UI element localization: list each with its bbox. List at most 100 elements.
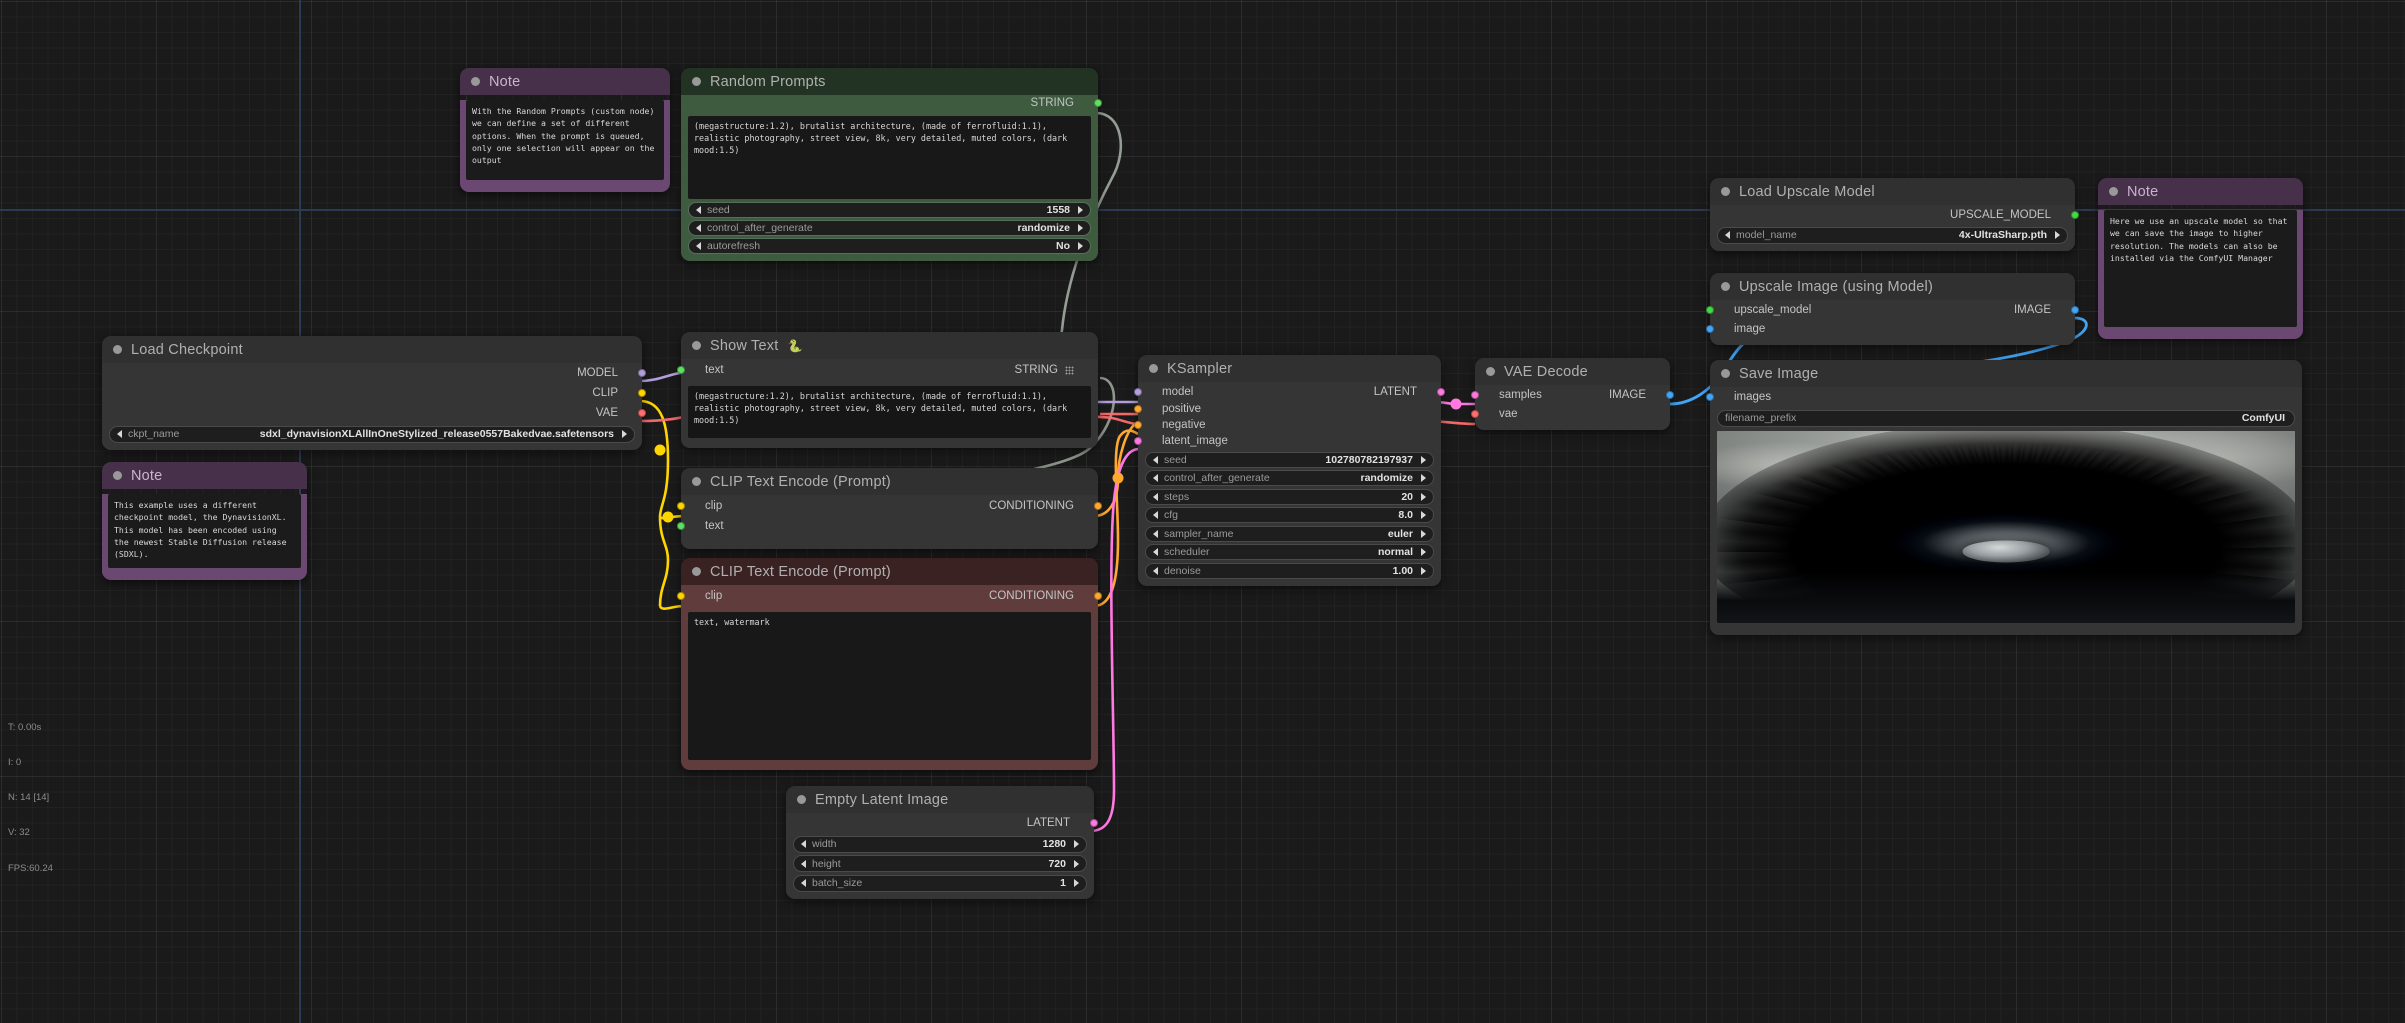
node-load-checkpoint[interactable]: Load Checkpoint MODEL CLIP VAE ckpt_name… bbox=[102, 336, 646, 450]
widget-steps[interactable]: steps 20 bbox=[1145, 488, 1434, 505]
node-title-bar[interactable]: Load Upscale Model bbox=[1710, 178, 2075, 205]
collapse-dot-icon[interactable] bbox=[2109, 187, 2118, 196]
collapse-dot-icon[interactable] bbox=[1149, 364, 1158, 373]
collapse-dot-icon[interactable] bbox=[471, 77, 480, 86]
decrement-arrow-icon[interactable] bbox=[801, 840, 806, 848]
socket-out-image[interactable] bbox=[1666, 391, 1674, 399]
increment-arrow-icon[interactable] bbox=[1074, 859, 1079, 868]
widget-value[interactable]: No bbox=[1056, 240, 1072, 252]
widget-ckpt-name[interactable]: ckpt_name sdxl_dynavisionXLAllInOneStyli… bbox=[109, 425, 635, 443]
widget-value[interactable]: 1558 bbox=[1047, 204, 1072, 216]
increment-arrow-icon[interactable] bbox=[1421, 511, 1426, 519]
widget-value[interactable]: 20 bbox=[1401, 491, 1415, 503]
node-upscale-image[interactable]: Upscale Image (using Model) upscale_mode… bbox=[1706, 273, 2079, 345]
node-ksampler[interactable]: KSampler model LATENT positive negative … bbox=[1134, 355, 1445, 586]
node-title-bar[interactable]: CLIP Text Encode (Prompt) bbox=[681, 558, 1098, 585]
decrement-arrow-icon[interactable] bbox=[801, 859, 806, 868]
collapse-dot-icon[interactable] bbox=[113, 345, 122, 354]
decrement-arrow-icon[interactable] bbox=[696, 241, 701, 250]
socket-out-upscale-model[interactable] bbox=[2071, 210, 2079, 219]
socket-out-conditioning[interactable] bbox=[1094, 501, 1102, 510]
widget-value[interactable]: randomize bbox=[1017, 222, 1072, 234]
widget-scheduler[interactable]: scheduler normal bbox=[1145, 544, 1434, 560]
decrement-arrow-icon[interactable] bbox=[1725, 231, 1730, 239]
node-title-bar[interactable]: Note bbox=[2098, 178, 2303, 205]
widget-value[interactable]: sdxl_dynavisionXLAllInOneStylized_releas… bbox=[260, 428, 616, 440]
socket-in-model[interactable] bbox=[1134, 387, 1142, 396]
socket-out-clip[interactable] bbox=[638, 389, 646, 397]
widget-value[interactable]: 1 bbox=[1060, 877, 1068, 889]
node-title-bar[interactable]: Load Checkpoint bbox=[102, 336, 642, 363]
graph-canvas[interactable]: Note With the Random Prompts (custom nod… bbox=[0, 0, 2405, 1023]
collapse-dot-icon[interactable] bbox=[1721, 187, 1730, 196]
collapse-dot-icon[interactable] bbox=[1721, 282, 1730, 291]
negative-prompt-textarea[interactable]: text, watermark bbox=[688, 612, 1091, 760]
decrement-arrow-icon[interactable] bbox=[1153, 566, 1158, 575]
note-text[interactable]: Here we use an upscale model so that we … bbox=[2104, 210, 2297, 327]
widget-height[interactable]: height 720 bbox=[793, 855, 1087, 872]
collapse-dot-icon[interactable] bbox=[692, 567, 701, 576]
widget-seed[interactable]: seed 1558 bbox=[688, 202, 1091, 218]
node-title-bar[interactable]: Random Prompts bbox=[681, 68, 1098, 95]
decrement-arrow-icon[interactable] bbox=[117, 430, 122, 438]
socket-in-images[interactable] bbox=[1706, 393, 1714, 401]
shown-text[interactable]: (megastructure:1.2), brutalist architect… bbox=[688, 386, 1091, 438]
increment-arrow-icon[interactable] bbox=[622, 430, 627, 438]
node-show-text[interactable]: Show Text 🐍 text STRING (megastructure:1… bbox=[677, 332, 1098, 448]
increment-arrow-icon[interactable] bbox=[1421, 492, 1426, 501]
socket-in-positive[interactable] bbox=[1134, 405, 1142, 413]
collapse-dot-icon[interactable] bbox=[1721, 369, 1730, 378]
increment-arrow-icon[interactable] bbox=[1078, 241, 1083, 250]
widget-seed[interactable]: seed 102780782197937 bbox=[1145, 451, 1434, 468]
note-text[interactable]: With the Random Prompts (custom node) we… bbox=[466, 100, 664, 180]
prompt-textarea[interactable]: (megastructure:1.2), brutalist architect… bbox=[688, 116, 1091, 199]
node-empty-latent-image[interactable]: Empty Latent Image LATENT width 1280 hei… bbox=[786, 786, 1098, 899]
socket-out-conditioning[interactable] bbox=[1094, 592, 1102, 600]
socket-in-image[interactable] bbox=[1706, 325, 1714, 333]
collapse-dot-icon[interactable] bbox=[692, 341, 701, 350]
decrement-arrow-icon[interactable] bbox=[696, 205, 701, 214]
widget-value[interactable]: 1.00 bbox=[1393, 565, 1415, 577]
collapse-dot-icon[interactable] bbox=[797, 795, 806, 804]
socket-in-clip[interactable] bbox=[677, 501, 685, 510]
decrement-arrow-icon[interactable] bbox=[1153, 474, 1158, 482]
increment-arrow-icon[interactable] bbox=[1421, 566, 1426, 575]
node-note-upscale[interactable]: Note Here we use an upscale model so tha… bbox=[2098, 178, 2303, 339]
widget-value[interactable]: randomize bbox=[1360, 472, 1415, 484]
increment-arrow-icon[interactable] bbox=[1421, 548, 1426, 556]
increment-arrow-icon[interactable] bbox=[1421, 474, 1426, 482]
node-vae-decode[interactable]: VAE Decode samples IMAGE vae bbox=[1471, 358, 1674, 430]
widget-value[interactable]: 102780782197937 bbox=[1325, 454, 1415, 466]
node-title-bar[interactable]: CLIP Text Encode (Prompt) bbox=[681, 468, 1098, 495]
collapse-dot-icon[interactable] bbox=[692, 77, 701, 86]
widget-value[interactable]: 4x-UltraSharp.pth bbox=[1959, 229, 2049, 241]
widget-value[interactable]: 720 bbox=[1048, 858, 1068, 870]
widget-denoise[interactable]: denoise 1.00 bbox=[1145, 562, 1434, 579]
socket-out-model[interactable] bbox=[638, 369, 646, 377]
collapse-dot-icon[interactable] bbox=[1486, 367, 1495, 376]
decrement-arrow-icon[interactable] bbox=[1153, 548, 1158, 556]
note-text[interactable]: This example uses a different checkpoint… bbox=[108, 494, 301, 568]
image-preview[interactable] bbox=[1717, 430, 2295, 623]
widget-value[interactable]: normal bbox=[1378, 546, 1415, 558]
widget-filename-prefix[interactable]: filename_prefix ComfyUI bbox=[1717, 409, 2295, 427]
node-title-bar[interactable]: KSampler bbox=[1138, 355, 1441, 382]
node-save-image[interactable]: Save Image images filename_prefix ComfyU… bbox=[1706, 360, 2302, 635]
socket-out-vae[interactable] bbox=[638, 409, 646, 417]
node-note-checkpoint[interactable]: Note This example uses a different check… bbox=[102, 462, 307, 580]
widget-value[interactable]: 8.0 bbox=[1398, 509, 1415, 521]
increment-arrow-icon[interactable] bbox=[1421, 529, 1426, 538]
widget-control-after-generate[interactable]: control_after_generate randomize bbox=[1145, 470, 1434, 486]
decrement-arrow-icon[interactable] bbox=[1153, 492, 1158, 501]
widget-autorefresh[interactable]: autorefresh No bbox=[688, 238, 1091, 254]
decrement-arrow-icon[interactable] bbox=[1153, 455, 1158, 464]
node-title-bar[interactable]: Show Text 🐍 bbox=[681, 332, 1098, 359]
widget-cfg[interactable]: cfg 8.0 bbox=[1145, 507, 1434, 523]
socket-in-text[interactable] bbox=[677, 521, 685, 530]
increment-arrow-icon[interactable] bbox=[1078, 223, 1083, 232]
socket-in-clip[interactable] bbox=[677, 592, 685, 600]
widget-control-after-generate[interactable]: control_after_generate randomize bbox=[688, 220, 1091, 236]
socket-in-latent-image[interactable] bbox=[1134, 437, 1142, 445]
node-title-bar[interactable]: Note bbox=[102, 462, 307, 489]
node-load-upscale-model[interactable]: Load Upscale Model UPSCALE_MODEL model_n… bbox=[1710, 178, 2079, 251]
